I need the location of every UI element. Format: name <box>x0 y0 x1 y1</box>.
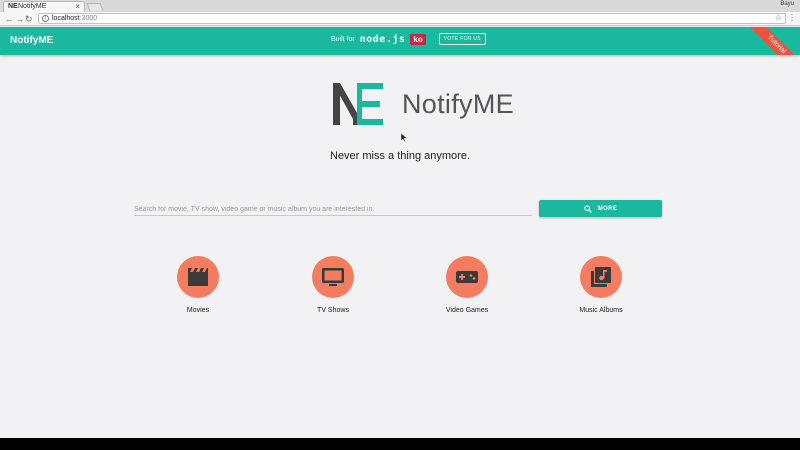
category-video-games[interactable]: Video Games <box>427 256 507 314</box>
bookmark-star-icon[interactable]: ☆ <box>775 13 782 22</box>
nodejs-logo: node.js <box>359 33 406 45</box>
browser-tabstrip: NE NotifyME × Bayu <box>0 0 800 12</box>
vote-button[interactable]: VOTE FOR US <box>438 33 486 45</box>
clapperboard-icon <box>188 268 208 286</box>
tab-close-icon[interactable]: × <box>75 2 80 11</box>
search-icon <box>584 204 592 213</box>
app-bar: NotifyME Built for node.js ko VOTE FOR U… <box>0 27 800 55</box>
favicon-icon: NE <box>8 3 18 10</box>
forward-icon[interactable]: → <box>15 13 24 25</box>
built-for-label: Built for <box>331 35 355 43</box>
category-movies[interactable]: Movies <box>158 256 238 314</box>
category-circle[interactable] <box>177 256 219 298</box>
music-library-icon <box>591 267 611 287</box>
mouse-cursor-icon <box>401 133 407 142</box>
url-port: :3000 <box>79 15 98 22</box>
search-field <box>134 202 532 216</box>
tab-title: NotifyME <box>18 3 47 10</box>
search-input[interactable] <box>134 202 532 216</box>
category-circle[interactable] <box>580 256 622 298</box>
url-text: localhost:3000 <box>52 14 97 23</box>
browser-menu-icon[interactable]: ⋮ <box>788 13 796 23</box>
category-circle[interactable] <box>312 256 354 298</box>
address-bar[interactable]: i localhost:3000 ☆ <box>38 13 786 24</box>
more-button-label: MORE <box>597 205 618 212</box>
tagline: Never miss a thing anymore. <box>330 150 470 162</box>
ko-badge: ko <box>410 33 426 45</box>
gamepad-icon <box>456 271 478 283</box>
category-label[interactable]: Video Games <box>427 307 507 314</box>
more-button[interactable]: MORE <box>539 200 662 217</box>
notifyme-logo-icon <box>333 83 383 125</box>
logo-wordmark: NotifyME <box>402 89 514 119</box>
built-for-banner: Built for node.js ko VOTE FOR US <box>331 33 486 45</box>
brand-title[interactable]: NotifyME <box>10 35 53 46</box>
tutorial-ribbon[interactable]: Tutorial <box>736 27 800 55</box>
info-icon[interactable]: i <box>42 15 49 22</box>
category-circle[interactable] <box>446 256 488 298</box>
back-icon[interactable]: ← <box>5 13 14 25</box>
tv-icon <box>322 268 344 286</box>
category-music-albums[interactable]: Music Albums <box>561 256 641 314</box>
browser-toolbar: ← → ↻ i localhost:3000 ☆ ⋮ <box>0 12 800 26</box>
category-label[interactable]: Movies <box>158 307 238 314</box>
url-host: localhost <box>52 15 80 22</box>
bottom-bar <box>0 438 800 450</box>
category-label[interactable]: TV Shows <box>293 307 373 314</box>
new-tab-button[interactable] <box>86 3 104 11</box>
profile-button[interactable]: Bayu <box>780 1 794 7</box>
category-label[interactable]: Music Albums <box>561 307 641 314</box>
reload-icon[interactable]: ↻ <box>25 13 33 25</box>
category-tv-shows[interactable]: TV Shows <box>293 256 373 314</box>
browser-tab[interactable]: NE NotifyME × <box>3 1 85 12</box>
